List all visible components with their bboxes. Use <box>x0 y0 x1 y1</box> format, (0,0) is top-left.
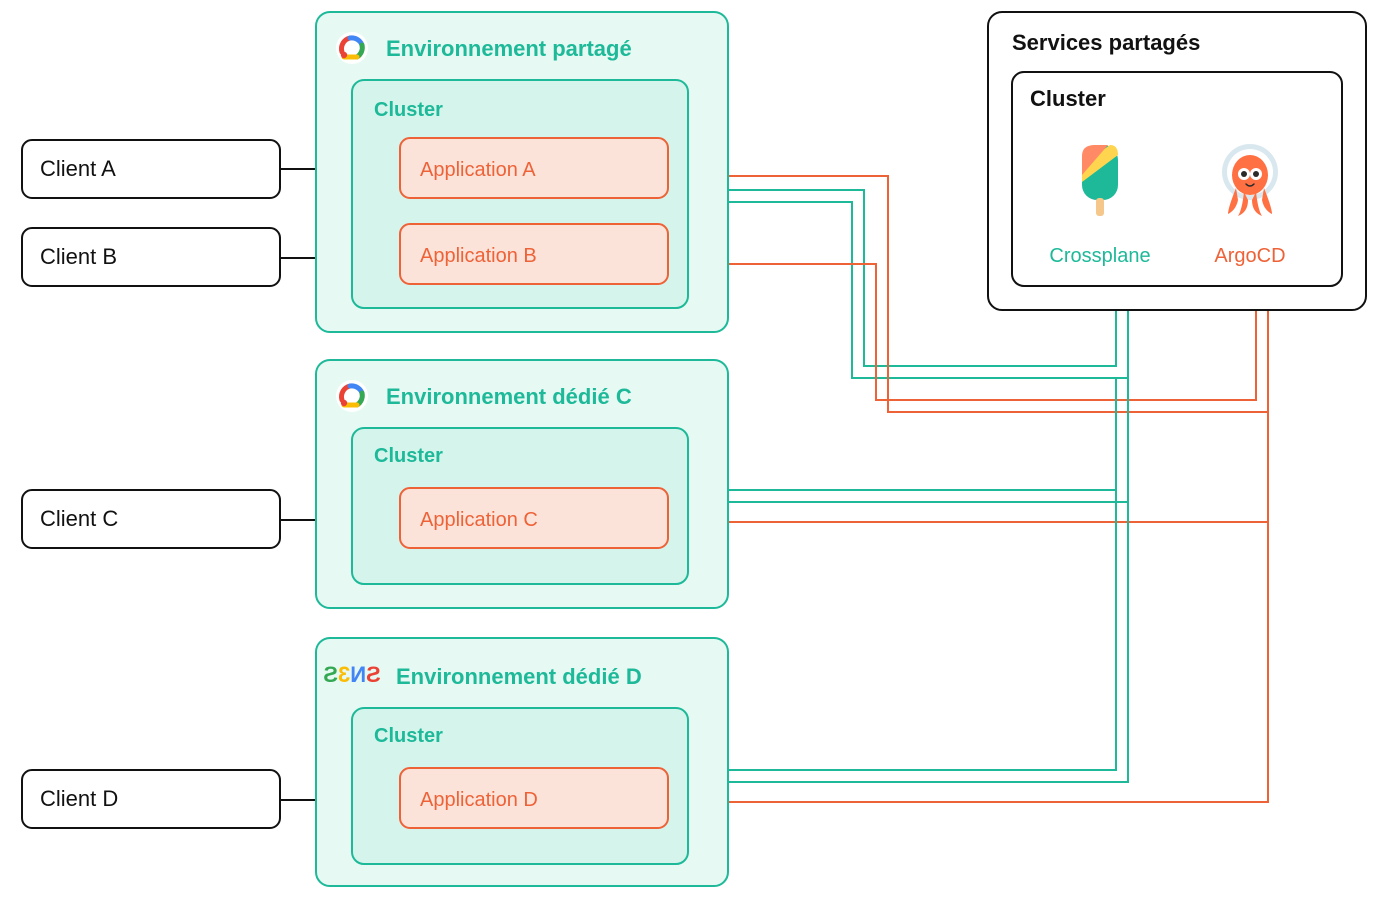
crossplane-label: Crossplane <box>1049 245 1150 267</box>
client-d-label: Client D <box>40 786 118 811</box>
app-d-box: Application D <box>400 768 668 828</box>
app-b-label: Application B <box>420 245 537 267</box>
env-shared-cluster-label: Cluster <box>374 99 443 121</box>
app-c-box: Application C <box>400 488 668 548</box>
env-c-title: Environnement dédié C <box>386 384 632 409</box>
env-d-title: Environnement dédié D <box>396 664 642 689</box>
gcp-icon <box>336 32 368 64</box>
env-c-cluster-label: Cluster <box>374 445 443 467</box>
shared-services: Services partagés Cluster Crossplane Arg… <box>988 12 1366 310</box>
env-d-cluster-label: Cluster <box>374 725 443 747</box>
app-a-box: Application A <box>400 138 668 198</box>
app-d-label: Application D <box>420 789 538 811</box>
architecture-diagram: SN3S <box>0 0 1388 904</box>
client-a-box: Client A <box>22 140 280 198</box>
client-b-label: Client B <box>40 244 117 269</box>
client-b-box: Client B <box>22 228 280 286</box>
client-c-box: Client C <box>22 490 280 548</box>
env-shared-title: Environnement partagé <box>386 36 632 61</box>
gcp-icon <box>336 380 368 412</box>
app-b-box: Application B <box>400 224 668 284</box>
client-d-box: Client D <box>22 770 280 828</box>
app-c-label: Application C <box>420 509 538 531</box>
client-boxes: Client A Client B Client C Client D <box>22 140 280 828</box>
client-a-label: Client A <box>40 156 116 181</box>
argocd-label: ArgoCD <box>1214 245 1285 267</box>
shared-services-cluster-label: Cluster <box>1030 86 1106 111</box>
shared-services-title: Services partagés <box>1012 30 1200 55</box>
client-c-label: Client C <box>40 506 118 531</box>
app-a-label: Application A <box>420 159 536 181</box>
env-dedicated-c: Environnement dédié C Cluster Applicatio… <box>316 360 728 608</box>
s3ns-icon <box>323 662 381 687</box>
env-shared: Environnement partagé Cluster Applicatio… <box>316 12 728 332</box>
env-dedicated-d: Environnement dédié D Cluster Applicatio… <box>316 638 728 886</box>
